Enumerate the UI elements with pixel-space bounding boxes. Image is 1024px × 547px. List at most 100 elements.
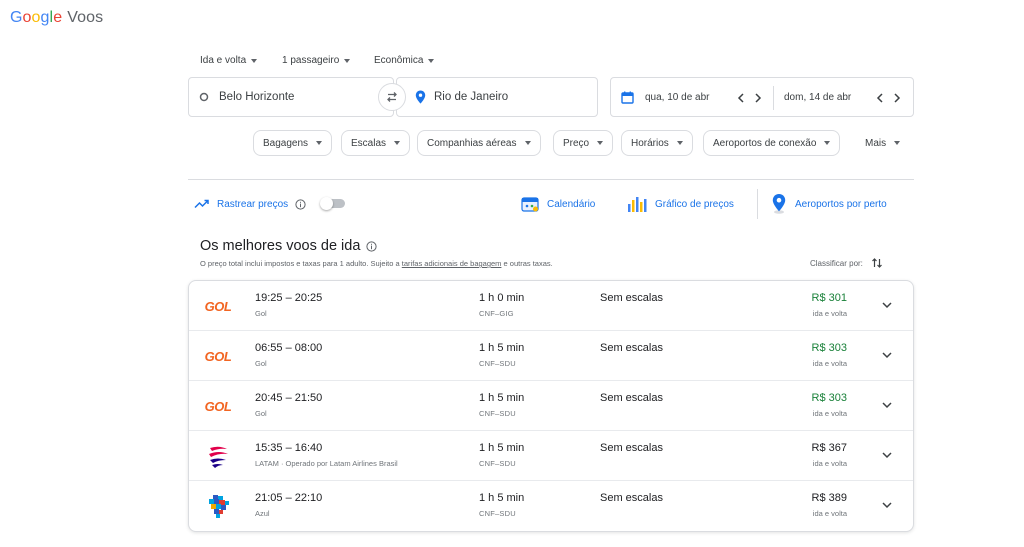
trip-type-select[interactable]: Ida e volta <box>200 55 258 66</box>
trip-type-label: Ida e volta <box>200 55 247 66</box>
flight-route: CNF–SDU <box>479 459 516 468</box>
gol-logo-text: GOL <box>204 398 232 414</box>
flight-duration: 1 h 0 min <box>479 292 525 304</box>
google-flights-logo[interactable]: Google Voos <box>10 9 103 27</box>
filter-chip-escalas[interactable]: Escalas <box>341 130 411 156</box>
info-icon[interactable] <box>366 240 377 252</box>
cabin-class-label: Econômica <box>374 55 424 66</box>
calendar-label: Calendário <box>547 198 596 210</box>
flight-stops: Sem escalas <box>600 492 663 504</box>
calendar-icon <box>521 197 539 212</box>
flight-duration: 1 h 5 min <box>479 442 525 454</box>
swap-button[interactable] <box>378 83 406 111</box>
flight-times: 06:55 – 08:00 <box>255 342 323 354</box>
price-graph-label: Gráfico de preços <box>655 198 734 210</box>
nearby-airports-label: Aeroportos por perto <box>795 198 887 210</box>
results-subtitle: O preço total inclui impostos e taxas pa… <box>200 259 553 268</box>
date-divider <box>773 86 774 110</box>
flight-times: 20:45 – 21:50 <box>255 392 323 404</box>
flight-price: R$ 367 <box>811 442 847 454</box>
flight-times: 15:35 – 16:40 <box>255 442 323 454</box>
return-date-value[interactable]: dom, 14 de abr <box>784 92 851 103</box>
flight-duration: 1 h 5 min <box>479 492 525 504</box>
flight-row[interactable]: GOL 19:25 – 20:25 Gol 1 h 0 min CNF–GIG … <box>189 281 913 331</box>
caret-down-icon <box>251 58 258 63</box>
baggage-fees-link[interactable]: tarifas adicionais de bagagem <box>402 259 502 268</box>
calendar-button[interactable]: Calendário <box>520 192 595 216</box>
flight-price: R$ 303 <box>811 392 847 404</box>
section-divider <box>188 179 914 180</box>
flight-stops: Sem escalas <box>600 342 663 354</box>
caret-down-icon <box>597 141 604 145</box>
origin-circle-icon <box>199 92 209 102</box>
price-graph-icon <box>628 197 647 212</box>
origin-value: Belo Horizonte <box>219 91 295 103</box>
results-heading: Os melhores voos de ida <box>200 238 377 254</box>
gol-logo: GOL <box>203 293 233 319</box>
caret-down-icon <box>524 141 531 145</box>
chevron-right-icon[interactable] <box>893 93 901 103</box>
price-graph-button[interactable]: Gráfico de preços <box>626 192 734 216</box>
chevron-left-icon[interactable] <box>876 93 884 103</box>
filter-chip-companhias[interactable]: Companhias aéreas <box>417 130 541 156</box>
toggle-knob <box>320 197 333 210</box>
caret-down-icon <box>344 58 351 63</box>
expand-chevron-icon[interactable] <box>879 297 895 313</box>
flight-row[interactable]: 15:35 – 16:40 LATAM · Operado por Latam … <box>189 431 913 481</box>
flight-row[interactable]: GOL 06:55 – 08:00 Gol 1 h 5 min CNF–SDU … <box>189 331 913 381</box>
expand-chevron-icon[interactable] <box>879 447 895 463</box>
location-pin-icon <box>415 90 426 104</box>
cabin-class-select[interactable]: Econômica <box>374 55 435 66</box>
logo-letter: g <box>40 9 50 26</box>
results-subtitle-text: O preço total inclui impostos e taxas pa… <box>200 259 402 268</box>
product-name: Voos <box>67 9 104 26</box>
latam-logo <box>203 443 233 469</box>
gol-logo-text: GOL <box>204 348 232 364</box>
flight-row[interactable]: 21:05 – 22:10 Azul 1 h 5 min CNF–SDU Sem… <box>189 481 913 531</box>
flight-route: CNF–SDU <box>479 409 516 418</box>
passengers-select[interactable]: 1 passageiro <box>282 55 351 66</box>
filter-more-button[interactable]: Mais <box>865 130 901 156</box>
filter-chip-horarios[interactable]: Horários <box>621 130 693 156</box>
expand-chevron-icon[interactable] <box>879 397 895 413</box>
sort-control[interactable]: Classificar por: <box>810 257 883 269</box>
track-prices-toggle[interactable] <box>320 197 347 210</box>
expand-chevron-icon[interactable] <box>879 497 895 513</box>
filter-chip-preco[interactable]: Preço <box>553 130 614 156</box>
info-icon[interactable] <box>295 198 306 210</box>
filter-chip-bagagens[interactable]: Bagagens <box>253 130 333 156</box>
filter-chip-label: Bagagens <box>263 137 309 149</box>
chevron-right-icon[interactable] <box>754 93 762 103</box>
caret-down-icon <box>894 141 901 145</box>
filter-chip-label: Aeroportos de conexão <box>713 137 817 149</box>
filter-chip-aeroportos-conexao[interactable]: Aeroportos de conexão <box>703 130 841 156</box>
flight-route: CNF–SDU <box>479 509 516 518</box>
filter-chip-label: Horários <box>631 137 669 149</box>
logo-letter: G <box>10 9 23 26</box>
origin-field[interactable]: Belo Horizonte <box>188 77 394 117</box>
flight-carrier: Gol <box>255 359 267 368</box>
flight-route: CNF–SDU <box>479 359 516 368</box>
sort-label: Classificar por: <box>810 258 863 268</box>
gol-logo: GOL <box>203 393 233 419</box>
nearby-airports-button[interactable]: Aeroportos por perto <box>770 192 887 216</box>
flight-stops: Sem escalas <box>600 392 663 404</box>
swap-arrows-icon <box>387 92 397 102</box>
flight-row[interactable]: GOL 20:45 – 21:50 Gol 1 h 5 min CNF–SDU … <box>189 381 913 431</box>
filter-chip-label: Preço <box>563 137 590 149</box>
chevron-left-icon[interactable] <box>737 93 745 103</box>
destination-field[interactable]: Rio de Janeiro <box>396 77 598 117</box>
expand-chevron-icon[interactable] <box>879 347 895 363</box>
flight-price-note: ida e volta <box>812 459 847 468</box>
depart-date-value[interactable]: qua, 10 de abr <box>645 92 710 103</box>
flight-price: R$ 303 <box>811 342 847 354</box>
flight-duration: 1 h 5 min <box>479 392 525 404</box>
track-prices-control[interactable]: Rastrear preços <box>194 192 306 216</box>
flight-price: R$ 301 <box>811 292 847 304</box>
filter-chip-label: Companhias aéreas <box>427 137 517 149</box>
flight-duration: 1 h 5 min <box>479 342 525 354</box>
flight-carrier: Gol <box>255 309 267 318</box>
dates-field[interactable]: qua, 10 de abr dom, 14 de abr <box>610 77 914 117</box>
flight-price-note: ida e volta <box>812 409 847 418</box>
trending-up-icon <box>194 199 209 209</box>
